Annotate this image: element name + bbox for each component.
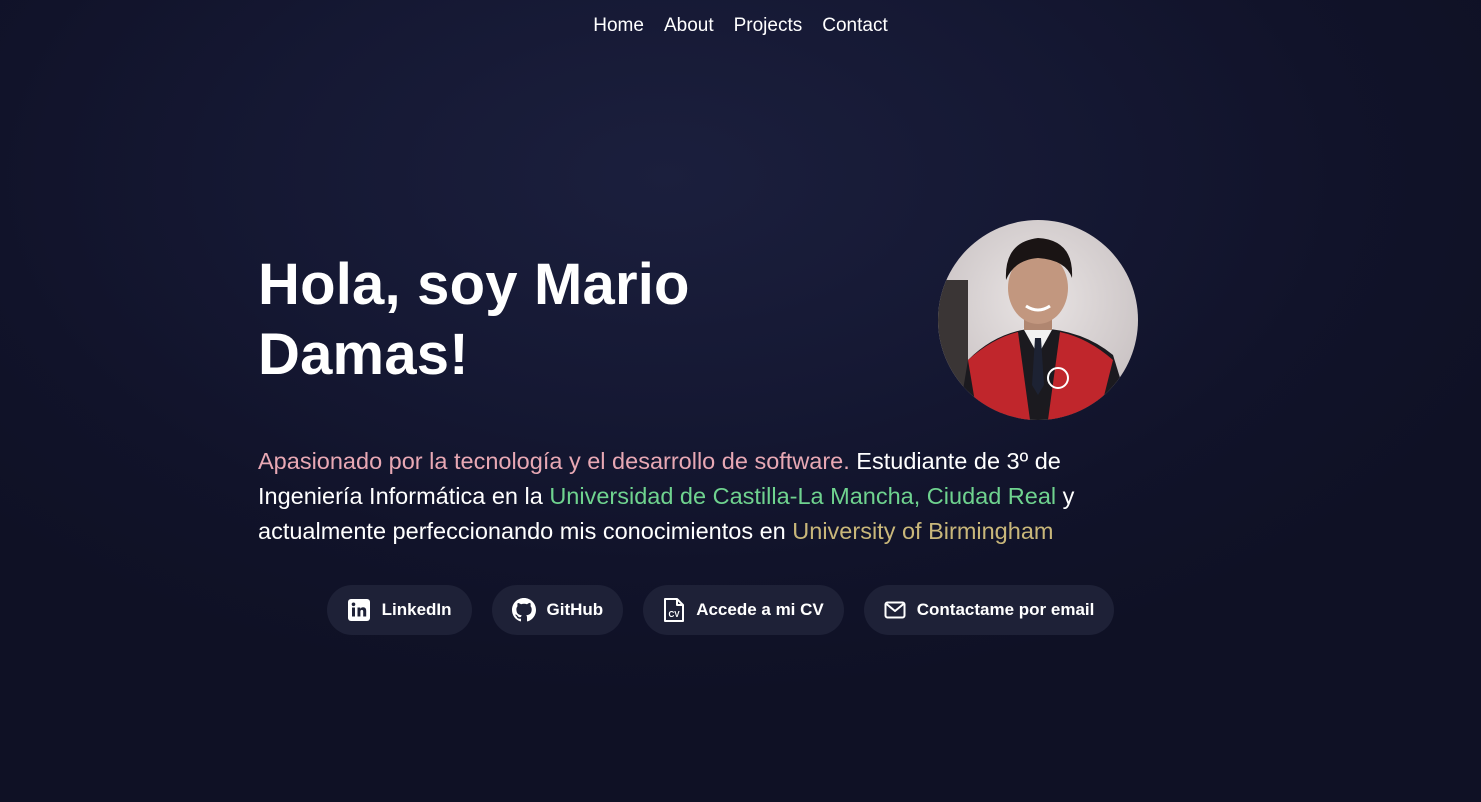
cv-file-icon: CV: [663, 597, 685, 623]
cv-button-label: Accede a mi CV: [696, 600, 824, 619]
nav-projects-link[interactable]: Projects: [734, 14, 803, 38]
hero-bio: Apasionado por la tecnología y el desarr…: [258, 444, 1128, 549]
svg-text:CV: CV: [669, 610, 681, 619]
github-icon: [511, 598, 536, 622]
hero-title-row: Hola, soy Mario Damas!: [258, 220, 1138, 420]
linkedin-button[interactable]: LinkedIn: [326, 585, 472, 635]
nav-about-link[interactable]: About: [664, 14, 714, 38]
linkedin-icon: [347, 598, 371, 622]
page-title: Hola, soy Mario Damas!: [258, 252, 690, 387]
nav-home-link[interactable]: Home: [593, 14, 644, 38]
github-button-label: GitHub: [546, 600, 604, 619]
cv-button[interactable]: CV Accede a mi CV: [643, 585, 844, 635]
profile-avatar: [938, 220, 1138, 420]
hero-section: Hola, soy Mario Damas! Apasionado por la…: [258, 220, 1138, 573]
mail-icon: [884, 601, 906, 619]
main-nav: Home About Projects Contact: [0, 14, 1481, 38]
bio-highlight-university: Universidad de Castilla-La Mancha, Ciuda…: [549, 483, 1057, 509]
linkedin-button-label: LinkedIn: [381, 600, 452, 619]
bio-highlight-birmingham: University of Birmingham: [792, 518, 1054, 544]
bio-highlight-passion: Apasionado por la tecnología y el desarr…: [258, 448, 850, 474]
github-button[interactable]: GitHub: [491, 585, 624, 635]
nav-contact-link[interactable]: Contact: [822, 14, 887, 38]
email-button-label: Contactame por email: [916, 600, 1095, 619]
social-buttons: LinkedIn GitHub CV Accede a mi CV Contac…: [0, 585, 1441, 635]
profile-photo-illustration: [938, 220, 1138, 420]
email-button[interactable]: Contactame por email: [863, 585, 1115, 635]
